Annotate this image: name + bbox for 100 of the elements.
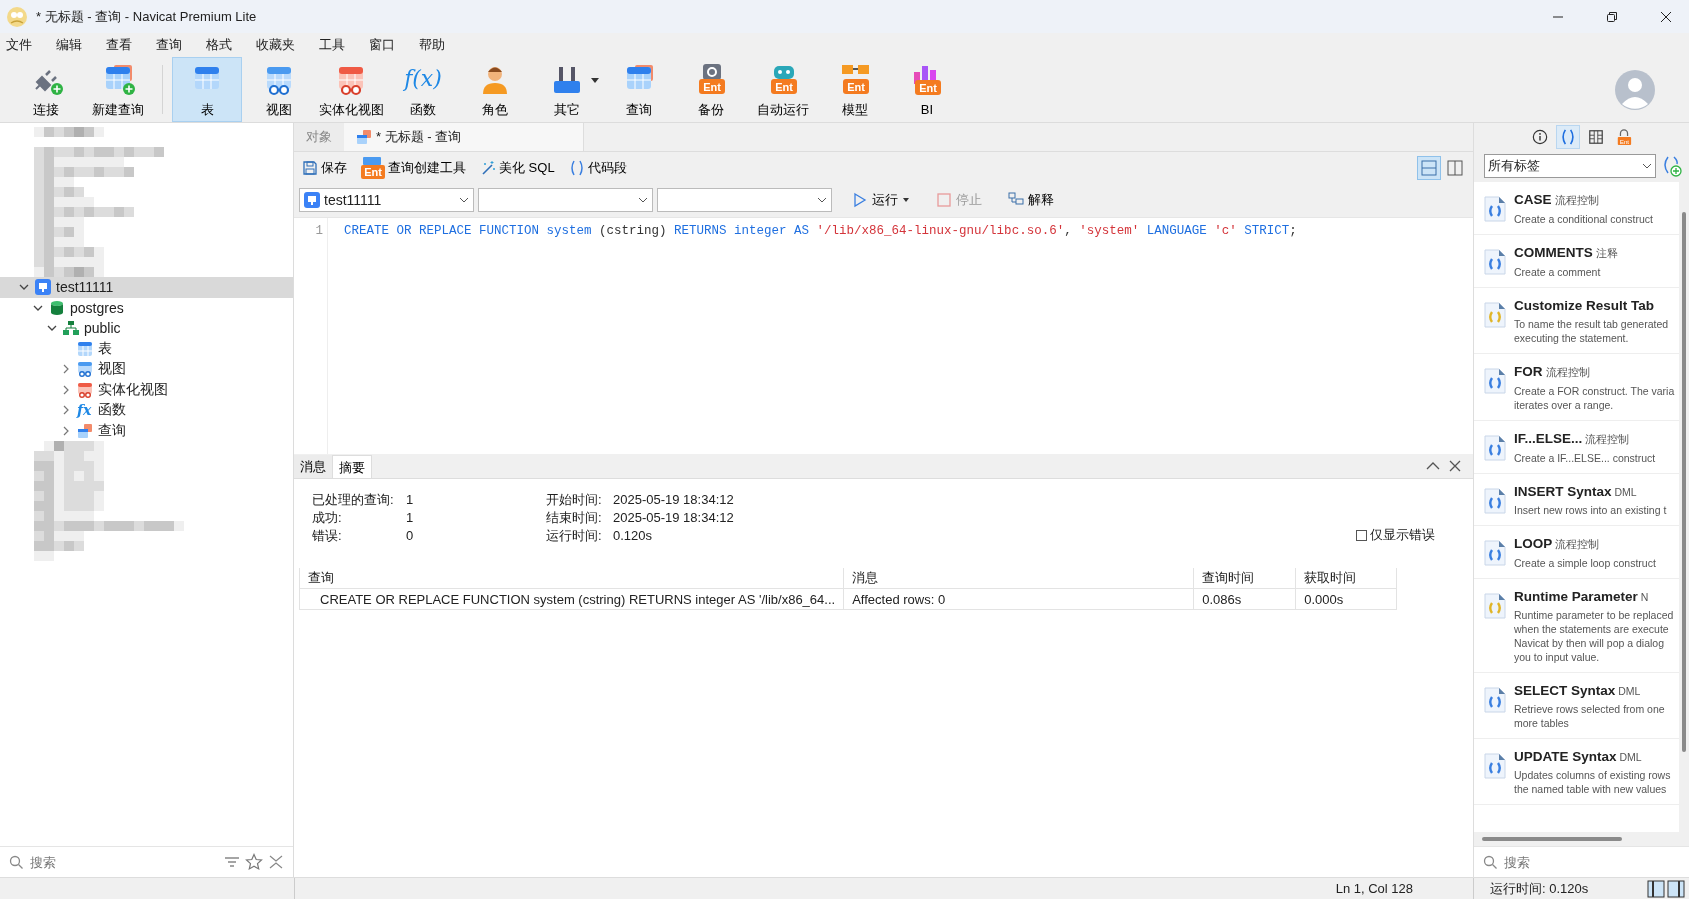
columns-icon xyxy=(1587,129,1604,145)
tree-item[interactable]: 视图 xyxy=(0,359,293,380)
toolbar-button[interactable]: 实体化视图 xyxy=(316,57,386,122)
menu-item[interactable]: 工具 xyxy=(312,36,362,54)
toolbar-button[interactable]: Ent 自动运行 xyxy=(748,57,818,122)
result-tab[interactable]: 消息 xyxy=(294,455,332,478)
snippet-item[interactable]: INSERT Syntax DML Insert new rows into an existing t xyxy=(1474,474,1679,526)
run-button[interactable]: 运行 xyxy=(846,190,916,210)
search-field[interactable]: 搜索 xyxy=(28,853,192,871)
toolbar-button[interactable]: f(x) 函数 xyxy=(388,57,458,122)
summary-value: 2025-05-19 18:34:12 xyxy=(613,509,735,526)
explain-button[interactable]: 解释 xyxy=(1002,190,1060,210)
left-panel-icon[interactable] xyxy=(1647,879,1665,898)
column-header[interactable]: 消息 xyxy=(843,568,1194,589)
column-header[interactable]: 查询 xyxy=(299,568,844,589)
dropdown-caret-icon xyxy=(459,195,469,205)
menu-item[interactable]: 查询 xyxy=(149,36,199,54)
menu-item[interactable]: 文件 xyxy=(0,36,49,54)
window-title: * 无标题 - 查询 - Navicat Premium Lite xyxy=(36,7,257,26)
editor-tab[interactable]: * 无标题 - 查询 xyxy=(344,123,584,151)
toolbar-button[interactable]: 连接 xyxy=(11,57,81,122)
toolbar-button[interactable]: 视图 xyxy=(244,57,314,122)
menu-item[interactable]: 收藏夹 xyxy=(249,36,312,54)
snippet-description: Create a comment xyxy=(1514,265,1602,279)
snippet-item[interactable]: CASE 流程控制 Create a conditional construct xyxy=(1474,182,1679,235)
star-icon[interactable] xyxy=(245,853,263,871)
checkbox[interactable] xyxy=(1356,529,1367,541)
caret-icon[interactable] xyxy=(902,197,910,203)
snippet-item[interactable]: IF...ELSE... 流程控制 Create a IF...ELSE... construct xyxy=(1474,421,1679,474)
tree-item[interactable]: public xyxy=(0,318,293,339)
search-field[interactable]: 搜索 xyxy=(1502,853,1666,871)
snippet-item[interactable]: SELECT Syntax DML Retrieve rows selected from one more tables xyxy=(1474,673,1679,739)
editor-toolbar-button[interactable]: 美化 SQL xyxy=(478,156,557,179)
layout-toggle[interactable] xyxy=(1417,155,1441,180)
caret-icon[interactable] xyxy=(591,78,599,84)
tree-label: 实体化视图 xyxy=(98,380,168,399)
tag-filter-dropdown[interactable]: 所有标签 xyxy=(1484,154,1656,178)
tree-label: public xyxy=(84,320,121,337)
toolbar-button[interactable]: 角色 xyxy=(460,57,530,122)
menu-item[interactable]: 窗口 xyxy=(362,36,412,54)
toolbar-button[interactable]: 新建查询 xyxy=(83,57,153,122)
run-time: 运行时间: 0.120s xyxy=(1490,879,1589,898)
tree-label: 函数 xyxy=(98,401,126,420)
snippet-item[interactable]: UPDATE Syntax DML Updates columns of existing rows the named table with new values xyxy=(1474,739,1679,805)
summary-value: 1 xyxy=(406,491,415,508)
toolbar-button[interactable]: 其它 xyxy=(532,57,602,122)
tree-label: 表 xyxy=(98,339,112,358)
table-cell: 0.086s xyxy=(1193,588,1296,610)
summary-value: 0.120s xyxy=(613,527,654,544)
line-number: 1 xyxy=(314,223,323,240)
braces-icon xyxy=(568,159,585,176)
scrollbar-thumb[interactable] xyxy=(1482,837,1622,841)
snippet-title: Customize Result Tab xyxy=(1514,298,1656,313)
schema-icon xyxy=(63,320,79,337)
column-header[interactable]: 查询时间 xyxy=(1193,568,1296,589)
tree-item[interactable]: test11111 xyxy=(0,277,293,298)
result-tab[interactable]: 摘要 xyxy=(332,455,372,478)
snippet-description: Create a conditional construct xyxy=(1514,212,1653,226)
snippet-title: FOR 流程控制 xyxy=(1514,364,1591,380)
column-header[interactable]: 获取时间 xyxy=(1295,568,1397,589)
tree-item[interactable]: 表 xyxy=(0,338,293,359)
snippet-item[interactable]: FOR 流程控制 Create a FOR construct. The varia iterates over a range. xyxy=(1474,354,1679,421)
editor-toolbar-button[interactable]: Ent 查询创建工具 xyxy=(359,154,468,181)
toolbar-button[interactable]: Ent BI xyxy=(892,57,962,122)
code-line: CREATE OR REPLACE FUNCTION system (cstring) RETURNS integer AS '/lib/x86_64-linux-gnu/libc.so.6', 'system' LANGUAGE 'c' STRICT; xyxy=(343,223,1298,240)
right-panel-icon[interactable] xyxy=(1667,879,1685,898)
dropdown-caret-icon xyxy=(638,195,648,205)
editor-toolbar-button[interactable]: 代码段 xyxy=(566,156,629,179)
snippet-item[interactable]: LOOP 流程控制 Create a simple loop construct xyxy=(1474,526,1679,579)
table-cell: Affected rows: 0 xyxy=(843,588,1194,610)
snippet-item[interactable]: COMMENTS 注释 Create a comment xyxy=(1474,235,1679,288)
close-icon[interactable] xyxy=(1447,458,1463,474)
snippet-description: To name the result tab generated executing the statement. xyxy=(1514,317,1670,345)
connection-dropdown[interactable]: test11111 xyxy=(299,188,474,212)
toolbar-button[interactable]: Ent 备份 xyxy=(676,57,746,122)
search-icon xyxy=(8,854,24,870)
tree-label: 视图 xyxy=(98,360,126,379)
snippet-title: IF...ELSE... 流程控制 xyxy=(1514,431,1631,447)
scrollbar-thumb[interactable] xyxy=(1682,212,1686,752)
table-cell: 0.000s xyxy=(1295,588,1397,610)
tree-item[interactable]: fx 函数 xyxy=(0,400,293,421)
collapse-icon[interactable] xyxy=(267,853,285,871)
menu-item[interactable]: 编辑 xyxy=(49,36,99,54)
tree-label: test11111 xyxy=(56,279,114,296)
snippet-title: COMMENTS 注释 xyxy=(1514,245,1618,261)
menu-item[interactable]: 查看 xyxy=(99,36,149,54)
tree-item[interactable]: 实体化视图 xyxy=(0,379,293,400)
snippet-title: CASE 流程控制 xyxy=(1514,192,1600,208)
query-icon xyxy=(356,129,372,145)
tree-item[interactable]: 查询 xyxy=(0,420,293,441)
toolbar-button[interactable]: 查询 xyxy=(604,57,674,122)
snippet-item[interactable]: Customize Result Tab To name the result tab generated executing the statement. xyxy=(1474,288,1679,354)
braces-icon xyxy=(1559,129,1576,145)
toolbar-button[interactable]: 表 xyxy=(172,57,242,122)
menu-item[interactable]: 帮助 xyxy=(412,36,462,54)
tree-item[interactable]: postgres xyxy=(0,297,293,318)
menu-item[interactable]: 格式 xyxy=(199,36,249,54)
toolbar-button[interactable]: Ent 模型 xyxy=(820,57,890,122)
editor-toolbar-button[interactable]: 保存 xyxy=(300,156,349,179)
summary-label: 开始时间: xyxy=(546,491,603,508)
